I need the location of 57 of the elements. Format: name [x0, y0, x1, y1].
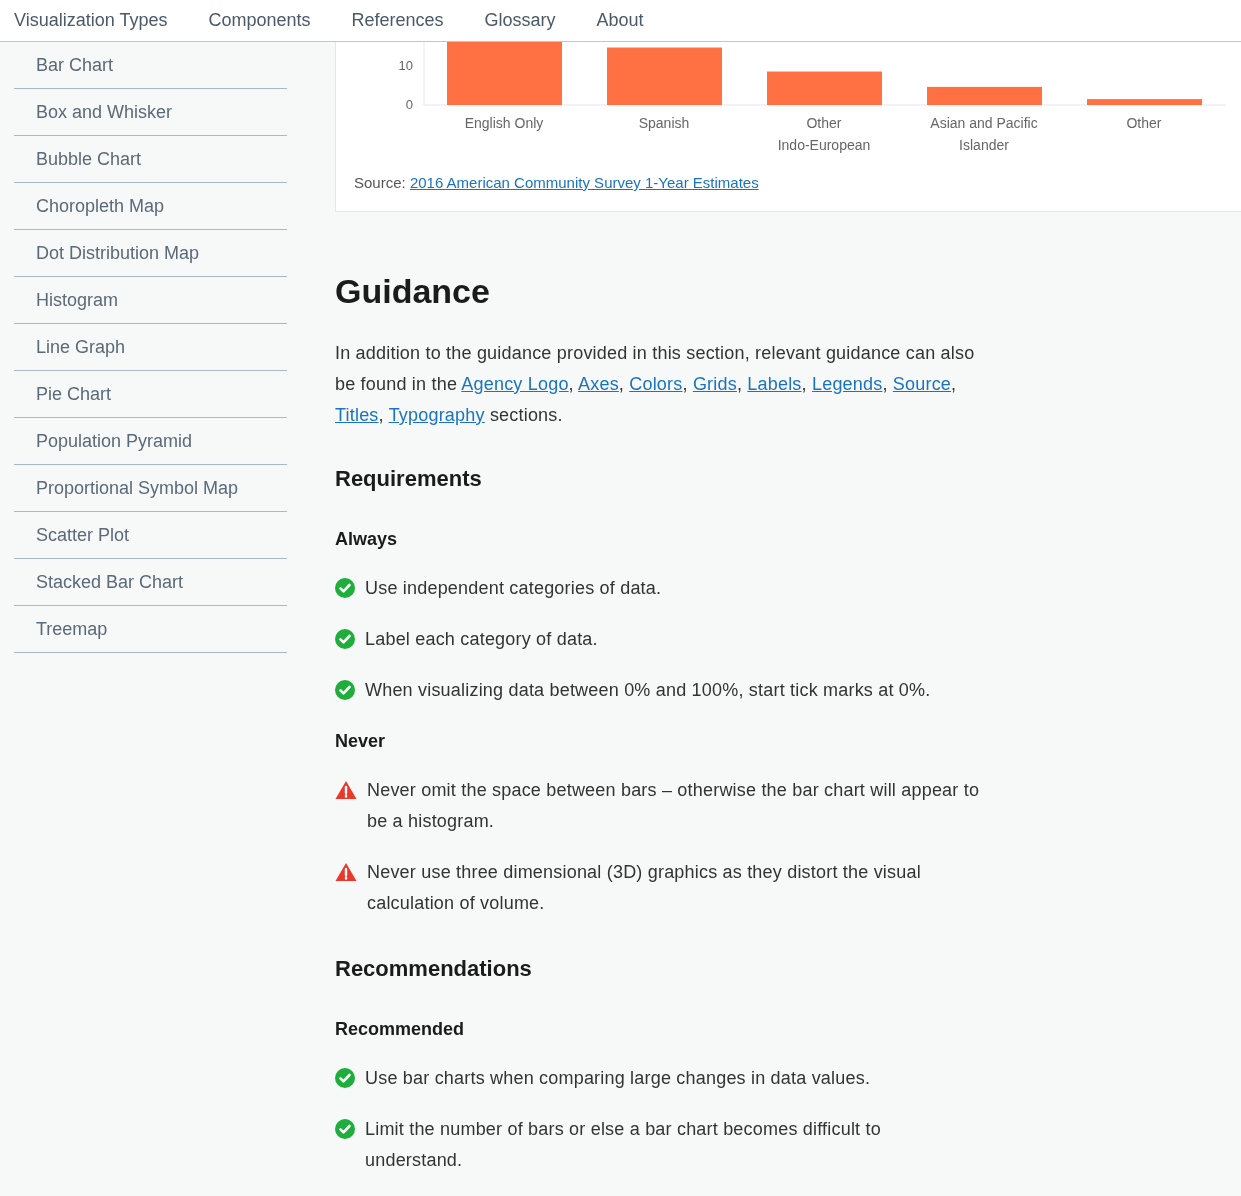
category-label: Spanish: [638, 115, 690, 131]
tick-label: 10: [398, 57, 413, 73]
check-circle-icon: [335, 629, 355, 649]
section-link[interactable]: Colors: [629, 374, 683, 394]
sidebar-link[interactable]: Population Pyramid: [14, 427, 193, 455]
subsection-heading: Always: [335, 528, 399, 551]
guideline-text: Limit the number of bars or else a bar chart becomes difficult to understand.: [365, 1118, 882, 1172]
warning-icon: [335, 862, 357, 882]
guideline-text: Use independent categories of data.: [365, 577, 662, 600]
guideline-text: Never omit the space between bars – otherwise the bar chart will appear to be a histogram.: [367, 779, 980, 833]
guidance-heading: Guidance: [335, 271, 491, 312]
check-circle-icon: [335, 1068, 355, 1088]
check-circle-icon: [335, 578, 355, 598]
sidebar-link[interactable]: Scatter Plot: [14, 521, 130, 549]
subsection-heading: Recommended: [335, 1018, 466, 1041]
nav-link[interactable]: About: [596, 7, 644, 34]
category-label: Other Indo-European: [777, 115, 871, 153]
source-label: Source:: [354, 174, 407, 191]
nav-link[interactable]: Glossary: [484, 7, 556, 34]
nav-link[interactable]: Visualization Types: [14, 7, 168, 34]
tick-label: 0: [405, 97, 413, 112]
subsection-heading: Never: [335, 730, 387, 753]
sidebar-link[interactable]: Box and Whisker: [14, 98, 173, 126]
sidebar-link[interactable]: Pie Chart: [14, 380, 112, 408]
section-link[interactable]: Axes: [578, 374, 619, 394]
category-label: English Only: [464, 115, 544, 131]
sidebar-link[interactable]: Proportional Symbol Map: [14, 474, 239, 502]
section-link[interactable]: Labels: [747, 374, 802, 394]
sidebar-link[interactable]: Line Graph: [14, 333, 126, 361]
section-link[interactable]: Grids: [692, 374, 737, 394]
section-heading: Recommendations: [335, 955, 533, 983]
guideline-text: Never use three dimensional (3D) graphics as they distort the visual calculation of volume.: [367, 861, 922, 915]
nav-link[interactable]: References: [351, 7, 444, 34]
sidebar-link[interactable]: Dot Distribution Map: [14, 239, 200, 267]
section-link[interactable]: Legends: [811, 374, 883, 394]
section-link[interactable]: Source: [892, 374, 952, 394]
section-link[interactable]: Agency Logo: [461, 374, 569, 394]
section-link[interactable]: Typography: [388, 405, 485, 425]
nav-link[interactable]: Components: [208, 7, 311, 34]
category-label: Asian and Pacific Islander: [930, 115, 1038, 153]
section-link[interactable]: Titles: [335, 405, 379, 425]
section-heading: Requirements: [335, 465, 483, 493]
guideline-text: Label each category of data.: [365, 628, 598, 651]
sidebar-link[interactable]: Bar Chart: [14, 51, 114, 79]
sidebar-link[interactable]: Histogram: [14, 286, 119, 314]
check-circle-icon: [335, 1119, 355, 1139]
warning-icon: [335, 780, 357, 800]
sidebar-link[interactable]: Choropleth Map: [14, 192, 165, 220]
source-link[interactable]: 2016 American Community Survey 1-Year Estimates: [409, 174, 759, 191]
sidebar-link[interactable]: Bubble Chart: [14, 145, 142, 173]
sidebar-link[interactable]: Stacked Bar Chart: [14, 568, 184, 596]
guideline-text: When visualizing data between 0% and 100%, start tick marks at 0%.: [365, 679, 931, 702]
category-label: Other: [1126, 115, 1162, 131]
guidance-intro: In addition to the guidance provided in this section, relevant guidance can also be found in the Agency Logo, Axes, Colors, Grids, Labels, Legends, Source, Titles, Typography sections.: [335, 342, 976, 427]
guideline-text: Use bar charts when comparing large changes in data values.: [365, 1067, 871, 1090]
check-circle-icon: [335, 680, 355, 700]
sidebar-link[interactable]: Treemap: [14, 615, 108, 643]
